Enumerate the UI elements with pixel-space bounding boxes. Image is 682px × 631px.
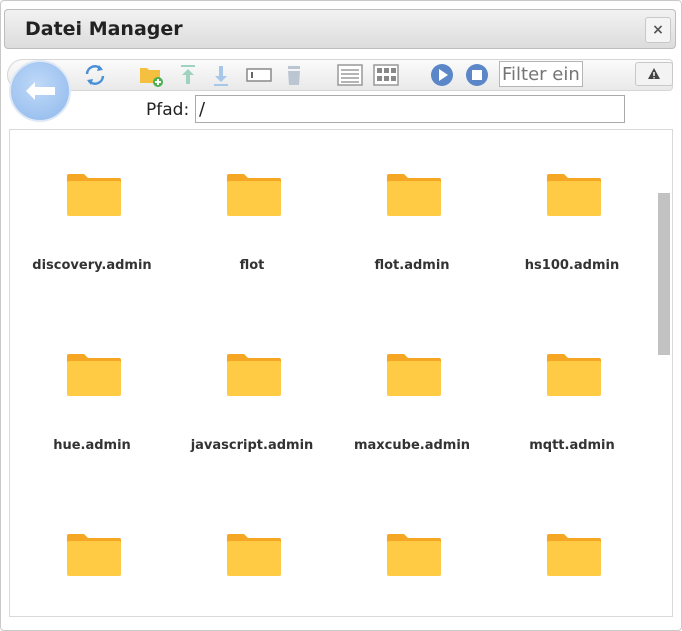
folder-name: discovery.admin	[32, 258, 152, 273]
folder-icon	[547, 174, 601, 216]
warning-icon	[648, 68, 660, 79]
upload-icon	[181, 65, 195, 84]
folder-item[interactable]: mqtt.admin	[492, 310, 652, 460]
folder-icon	[227, 174, 281, 216]
folder-icon	[67, 534, 121, 576]
folder-item[interactable]: hue.admin	[12, 310, 172, 460]
folder-name: hs100.admin	[524, 258, 620, 273]
scrollbar-thumb[interactable]	[658, 193, 670, 355]
tile-view-button[interactable]	[372, 62, 400, 88]
folder-icon	[387, 174, 441, 216]
folder-item[interactable]: discovery.admin	[12, 130, 172, 280]
folder-icon	[387, 354, 441, 396]
play-button[interactable]	[429, 62, 455, 88]
download-icon	[214, 66, 228, 86]
new-folder-button[interactable]	[138, 62, 164, 88]
folder-item[interactable]: flot	[172, 130, 332, 280]
folder-icon	[67, 174, 121, 216]
trash-icon	[288, 66, 300, 85]
folder-item[interactable]: hs100.admin	[492, 130, 652, 280]
folder-icon	[67, 354, 121, 396]
list-view-button[interactable]	[336, 62, 364, 88]
path-label: Pfad:	[146, 100, 190, 120]
file-grid: discovery.admin flot flot.admin hs100.ad…	[9, 129, 673, 617]
folder-name: hue.admin	[53, 438, 131, 453]
play-icon	[431, 64, 453, 86]
folder-icon	[387, 534, 441, 576]
upload-button[interactable]	[175, 62, 201, 88]
close-button[interactable]: ×	[645, 17, 671, 43]
folder-icon	[547, 534, 601, 576]
folder-item[interactable]: javascript.admin	[172, 310, 332, 460]
folder-name: mqtt.admin	[529, 438, 615, 453]
rename-icon	[246, 68, 272, 82]
folder-item[interactable]	[172, 490, 332, 616]
stop-icon	[466, 64, 488, 86]
folder-name: flot	[239, 258, 265, 273]
list-view-icon	[337, 64, 363, 86]
folder-icon	[227, 354, 281, 396]
filter-input[interactable]	[499, 61, 583, 87]
title-bar[interactable]: Datei Manager ×	[4, 9, 676, 49]
rename-button[interactable]	[245, 62, 273, 88]
stop-button[interactable]	[464, 62, 490, 88]
back-arrow-icon	[26, 82, 55, 100]
folder-icon	[227, 534, 281, 576]
warning-button[interactable]	[635, 62, 673, 86]
refresh-icon	[85, 65, 105, 85]
back-button[interactable]	[9, 60, 71, 122]
new-folder-icon	[140, 68, 163, 87]
tile-view-icon	[373, 64, 399, 86]
file-manager-dialog: Datei Manager × Filter ein Pfad: / disco…	[0, 0, 682, 631]
folder-icon	[547, 354, 601, 396]
folder-name: flot.admin	[374, 258, 450, 273]
folder-item[interactable]	[492, 490, 652, 616]
folder-name: maxcube.admin	[353, 438, 471, 453]
folder-item[interactable]	[12, 490, 172, 616]
path-input[interactable]	[195, 95, 625, 123]
folder-item[interactable]: flot.admin	[332, 130, 492, 280]
folder-name: javascript.admin	[190, 438, 314, 453]
window-title: Datei Manager	[25, 18, 183, 40]
refresh-button[interactable]	[82, 62, 108, 88]
download-button[interactable]	[208, 62, 234, 88]
folder-item[interactable]: maxcube.admin	[332, 310, 492, 460]
delete-button[interactable]	[281, 62, 307, 88]
folder-item[interactable]	[332, 490, 492, 616]
